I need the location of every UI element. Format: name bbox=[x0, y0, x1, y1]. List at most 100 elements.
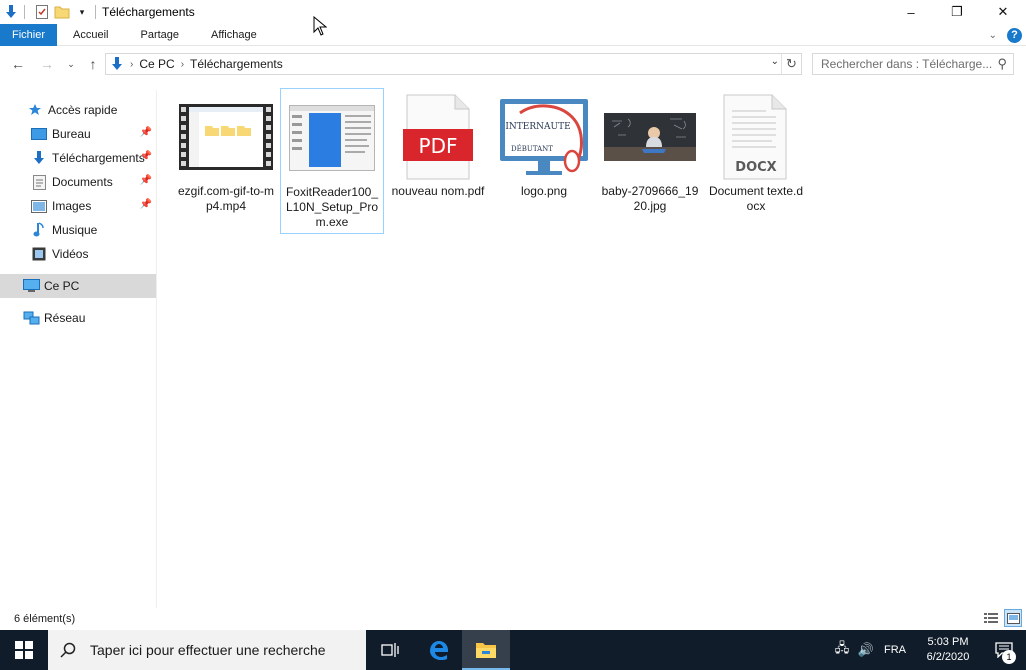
details-view-icon[interactable] bbox=[982, 609, 1000, 627]
back-arrow-icon[interactable]: ← bbox=[9, 54, 27, 74]
up-arrow-icon[interactable]: ↑ bbox=[84, 54, 102, 74]
sidebar-item-ce-pc[interactable]: Ce PC bbox=[0, 274, 156, 298]
sidebar-item-label: Téléchargements bbox=[52, 151, 145, 165]
task-view-icon[interactable] bbox=[366, 630, 414, 670]
sidebar-item-label: Documents bbox=[52, 175, 113, 189]
sidebar-item-images[interactable]: Images 📌 bbox=[0, 194, 156, 218]
taskbar-search-box[interactable]: Taper ici pour effectuer une recherche bbox=[48, 630, 366, 670]
file-explorer-taskbar-icon[interactable] bbox=[462, 630, 510, 670]
pdf-file-icon: PDF bbox=[390, 92, 486, 182]
customize-toolbar-dropdown-icon[interactable]: ▾ bbox=[73, 3, 91, 21]
item-count: 6 élément(s) bbox=[14, 613, 76, 625]
file-item-pdf[interactable]: PDF nouveau nom.pdf bbox=[386, 88, 490, 234]
address-bar-row: ← → ⌄ ↑ › Ce PC › Téléchargements ⌄ ↻ Re… bbox=[0, 50, 1026, 78]
ribbon-right: ⌄ ? bbox=[989, 24, 1022, 46]
sidebar-item-documents[interactable]: Documents 📌 bbox=[0, 170, 156, 194]
view-switcher bbox=[982, 609, 1022, 627]
help-icon[interactable]: ? bbox=[1007, 27, 1022, 43]
network-icon bbox=[22, 310, 40, 326]
start-button[interactable] bbox=[0, 630, 48, 670]
sidebar-item-label: Réseau bbox=[44, 311, 86, 325]
logo-text-line-2: DÉBUTANT bbox=[511, 144, 553, 153]
logo-text-line-1: INTERNAUTE bbox=[505, 122, 570, 132]
minimize-button[interactable]: – bbox=[888, 0, 934, 24]
tab-affichage[interactable]: Affichage bbox=[195, 24, 273, 46]
search-input[interactable]: Rechercher dans : Télécharge... ⚲ bbox=[812, 53, 1014, 75]
volume-icon[interactable]: 🔊 bbox=[854, 630, 878, 670]
mouse-cursor-icon bbox=[313, 15, 328, 39]
file-item-png[interactable]: INTERNAUTE DÉBUTANT logo.png bbox=[492, 88, 596, 234]
expand-ribbon-icon[interactable]: ⌄ bbox=[989, 30, 997, 41]
file-item-docx[interactable]: DOCX Document texte.docx bbox=[704, 88, 808, 234]
maximize-button[interactable]: ❐ bbox=[934, 0, 980, 24]
sidebar-item-reseau[interactable]: Réseau bbox=[0, 306, 156, 330]
close-button[interactable]: ✕ bbox=[980, 0, 1026, 24]
file-item-mp4[interactable]: ezgif.com-gif-to-mp4.mp4 bbox=[174, 88, 278, 234]
sidebar-item-bureau[interactable]: Bureau 📌 bbox=[0, 122, 156, 146]
pin-icon[interactable]: 📌 bbox=[140, 151, 152, 162]
sidebar-item-acces-rapide[interactable]: Accès rapide bbox=[0, 98, 156, 122]
music-icon bbox=[30, 222, 48, 238]
sidebar-item-telechargements[interactable]: Téléchargements 📌 bbox=[0, 146, 156, 170]
videos-icon bbox=[30, 246, 48, 262]
search-icon bbox=[60, 642, 76, 658]
network-status-icon[interactable]: 🖧 bbox=[830, 630, 854, 670]
navigation-pane: Accès rapide Bureau 📌 Téléchargements 📌 … bbox=[0, 90, 157, 608]
search-placeholder: Rechercher dans : Télécharge... bbox=[821, 57, 993, 71]
sidebar-item-label: Images bbox=[52, 199, 92, 213]
tab-accueil[interactable]: Accueil bbox=[57, 24, 124, 46]
action-center-icon[interactable]: 1 bbox=[982, 630, 1026, 670]
refresh-icon[interactable]: ↻ bbox=[781, 54, 801, 74]
clock[interactable]: 5:03 PM 6/2/2020 bbox=[914, 635, 982, 665]
system-tray: 🖧 🔊 FRA 5:03 PM 6/2/2020 1 bbox=[830, 630, 1026, 670]
chevron-right-icon: › bbox=[180, 58, 185, 70]
edge-browser-icon[interactable] bbox=[414, 630, 462, 670]
file-item-jpg[interactable]: baby-2709666_1920.jpg bbox=[598, 88, 702, 234]
download-icon bbox=[30, 150, 48, 166]
taskbar: Taper ici pour effectuer une recherche 🖧… bbox=[0, 630, 1026, 670]
separator bbox=[95, 5, 96, 19]
sidebar-item-musique[interactable]: Musique bbox=[0, 218, 156, 242]
download-arrow-icon[interactable] bbox=[2, 3, 20, 21]
pin-icon[interactable]: 📌 bbox=[140, 199, 152, 210]
sidebar-item-videos[interactable]: Vidéos bbox=[0, 242, 156, 266]
docx-badge-text: DOCX bbox=[735, 160, 776, 175]
address-dropdown-icon[interactable]: ⌄ bbox=[771, 56, 779, 67]
breadcrumb-telechargements[interactable]: Téléchargements bbox=[190, 57, 283, 71]
sidebar-item-label: Musique bbox=[52, 223, 98, 237]
logo-thumbnail: INTERNAUTE DÉBUTANT bbox=[496, 92, 592, 182]
file-name: Document texte.docx bbox=[708, 184, 804, 213]
forward-arrow-icon[interactable]: → bbox=[38, 54, 56, 74]
file-item-exe[interactable]: FoxitReader100_L10N_Setup_Prom.exe bbox=[280, 88, 384, 234]
tab-fichier[interactable]: Fichier bbox=[0, 23, 58, 46]
window-controls: – ❐ ✕ bbox=[888, 0, 1026, 24]
sidebar-item-label: Ce PC bbox=[44, 279, 80, 293]
breadcrumb-ce-pc[interactable]: Ce PC bbox=[139, 57, 174, 71]
separator bbox=[24, 5, 25, 19]
window-title: Téléchargements bbox=[102, 5, 195, 19]
chevron-right-icon: › bbox=[130, 58, 134, 70]
properties-icon[interactable] bbox=[33, 3, 51, 21]
sidebar-item-label: Bureau bbox=[52, 127, 91, 141]
ribbon-tabs: Fichier Accueil Partage Affichage ⌄ ? bbox=[0, 23, 1026, 46]
notification-count-badge: 1 bbox=[1002, 650, 1016, 664]
file-name: logo.png bbox=[520, 184, 568, 198]
address-field[interactable]: › Ce PC › Téléchargements ⌄ ↻ bbox=[105, 53, 802, 75]
pdf-badge-text: PDF bbox=[419, 134, 458, 158]
pin-icon[interactable]: 📌 bbox=[140, 127, 152, 138]
pin-icon[interactable]: 📌 bbox=[140, 175, 152, 186]
file-name: FoxitReader100_L10N_Setup_Prom.exe bbox=[285, 185, 379, 229]
large-icons-view-icon[interactable] bbox=[1004, 609, 1022, 627]
search-icon[interactable]: ⚲ bbox=[997, 56, 1007, 72]
documents-icon bbox=[30, 174, 48, 190]
file-name: ezgif.com-gif-to-mp4.mp4 bbox=[177, 184, 275, 213]
new-folder-icon[interactable] bbox=[53, 3, 71, 21]
input-language[interactable]: FRA bbox=[884, 644, 906, 656]
tab-partage[interactable]: Partage bbox=[124, 24, 195, 46]
clock-date: 6/2/2020 bbox=[926, 651, 970, 663]
status-bar: 6 élément(s) bbox=[0, 608, 1026, 630]
file-name: nouveau nom.pdf bbox=[391, 184, 485, 198]
video-thumbnail bbox=[178, 92, 274, 182]
recent-locations-dropdown-icon[interactable]: ⌄ bbox=[62, 54, 80, 74]
docx-file-icon: DOCX bbox=[708, 92, 804, 182]
